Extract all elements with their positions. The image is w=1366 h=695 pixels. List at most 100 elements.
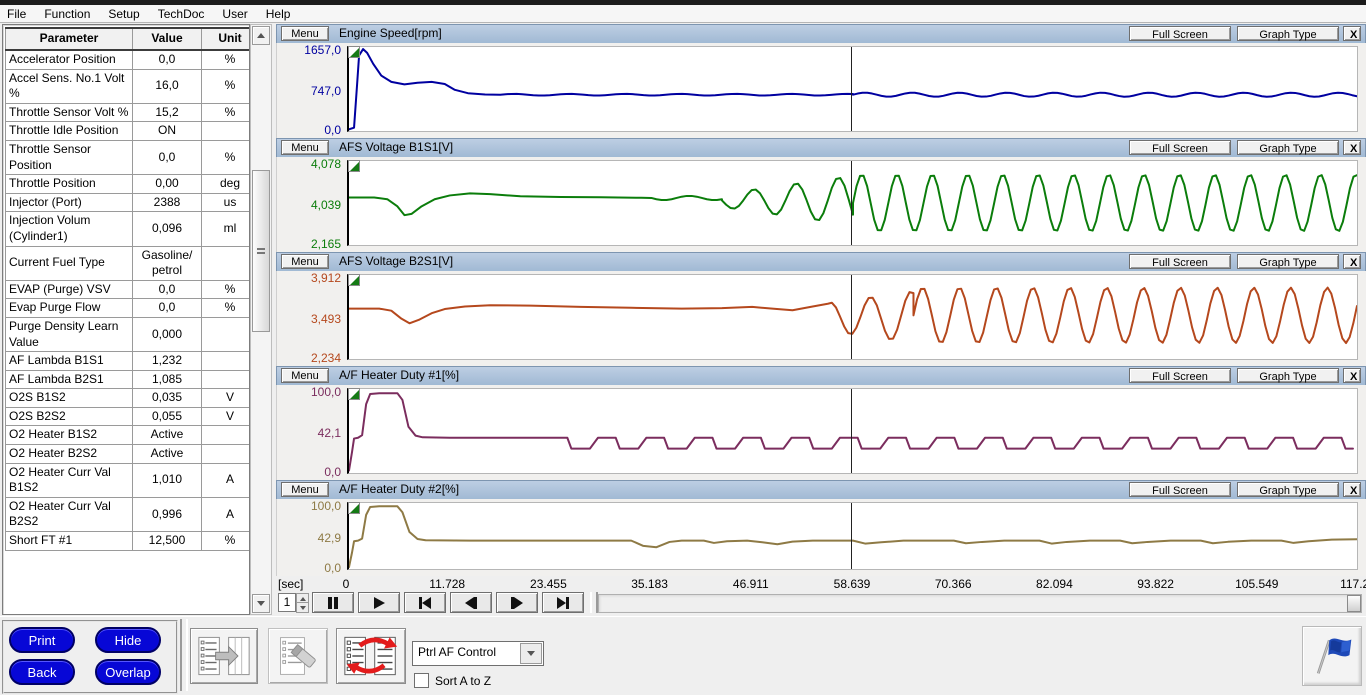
table-row[interactable]: Purge Density Learn Value 0,000: [5, 316, 249, 353]
graph-graph-type-button[interactable]: Graph Type: [1237, 140, 1339, 155]
graph-close-button[interactable]: X: [1343, 482, 1361, 497]
sort-checkbox-label: Sort A to Z: [435, 673, 492, 688]
start-marker-icon: [348, 388, 360, 400]
table-row[interactable]: Evap Purge Flow 0,0%: [5, 298, 249, 318]
menu-item-function[interactable]: Function: [35, 7, 99, 21]
graph-menu-button[interactable]: Menu: [281, 140, 329, 155]
menu-item-user[interactable]: User: [213, 7, 256, 21]
record-list-button[interactable]: [268, 628, 328, 684]
scroll-up-button[interactable]: [252, 26, 270, 45]
graph-full-screen-button[interactable]: Full Screen: [1129, 26, 1231, 41]
menu-item-setup[interactable]: Setup: [99, 7, 148, 21]
overlap-button[interactable]: Overlap: [95, 659, 161, 685]
skip-to-end-button[interactable]: [542, 592, 584, 613]
graph-full-screen-button[interactable]: Full Screen: [1129, 140, 1231, 155]
play-button[interactable]: [358, 592, 400, 613]
scrollbar-thumb[interactable]: [252, 170, 270, 332]
graph-plot[interactable]: [347, 274, 1358, 360]
time-cursor-line[interactable]: [850, 161, 852, 245]
graph-close-button[interactable]: X: [1343, 140, 1361, 155]
back-button[interactable]: Back: [9, 659, 75, 685]
column-header-value[interactable]: Value: [132, 27, 202, 51]
graph-graph-type-button[interactable]: Graph Type: [1237, 26, 1339, 41]
skip-to-start-button[interactable]: [404, 592, 446, 613]
dropdown-arrow-icon: [527, 651, 535, 656]
y-axis-max-label: 1657,0: [304, 43, 341, 57]
graph-menu-button[interactable]: Menu: [281, 482, 329, 497]
step-back-icon: [465, 596, 477, 609]
column-header-unit[interactable]: Unit: [201, 27, 249, 51]
table-row[interactable]: O2 Heater B1S2 Active: [5, 425, 249, 446]
table-scrollbar[interactable]: [250, 24, 272, 615]
table-row[interactable]: Short FT #1 12,500%: [5, 531, 249, 551]
playback-divider: [590, 592, 598, 613]
step-forward-button[interactable]: [496, 592, 538, 613]
graph-plot[interactable]: [347, 388, 1358, 474]
table-row[interactable]: Throttle Idle Position ON: [5, 121, 249, 141]
time-cursor-line[interactable]: [850, 275, 852, 359]
graph-plot[interactable]: [347, 46, 1358, 132]
y-axis-max-label: 4,078: [310, 157, 341, 171]
table-row[interactable]: O2 Heater B2S2 Active: [5, 444, 249, 464]
y-axis-max-label: 3,912: [310, 271, 341, 285]
scroll-down-button[interactable]: [252, 594, 270, 613]
menu-item-techdoc[interactable]: TechDoc: [149, 7, 214, 21]
timeline-scrollbar-thumb[interactable]: [1347, 595, 1361, 612]
time-unit-label: [sec]: [278, 577, 304, 591]
column-header-parameter[interactable]: Parameter: [5, 27, 133, 51]
table-row[interactable]: AF Lambda B1S1 1,232: [5, 351, 249, 371]
graph-close-button[interactable]: X: [1343, 26, 1361, 41]
graph-graph-type-button[interactable]: Graph Type: [1237, 254, 1339, 269]
action-button-panel: Print Hide Back Overlap: [2, 620, 178, 694]
table-row[interactable]: O2 Heater Curr Val B2S2 0,996 A: [5, 496, 249, 533]
start-marker-icon: [348, 274, 360, 286]
flag-button[interactable]: [1302, 626, 1362, 686]
graph-graph-type-button[interactable]: Graph Type: [1237, 368, 1339, 383]
table-row[interactable]: O2 Heater Curr Val B1S2 1,010 A: [5, 462, 249, 498]
mode-dropdown[interactable]: Ptrl AF Control: [412, 641, 544, 666]
print-button[interactable]: Print: [9, 627, 75, 653]
table-row[interactable]: O2S B2S2 0,055 V: [5, 406, 249, 427]
graph-menu-button[interactable]: Menu: [281, 254, 329, 269]
graph-full-screen-button[interactable]: Full Screen: [1129, 482, 1231, 497]
swap-parameter-lists-button[interactable]: [336, 628, 406, 684]
table-row[interactable]: Current Fuel Type Gasoline/ petrol: [5, 245, 249, 281]
graph-plot[interactable]: [347, 502, 1358, 570]
graph-header: Menu A/F Heater Duty #2[%] Full Screen G…: [276, 480, 1366, 501]
graph-close-button[interactable]: X: [1343, 254, 1361, 269]
time-axis: [sec] 0 11.728 23.455 35.183 46.911 58.639 70.…: [276, 576, 1366, 592]
graph-full-screen-button[interactable]: Full Screen: [1129, 368, 1231, 383]
menu-item-file[interactable]: File: [0, 7, 35, 21]
graph-panel-2: Menu AFS Voltage B2S1[V] Full Screen Gra…: [276, 252, 1366, 366]
table-row[interactable]: AF Lambda B2S1 1,085: [5, 369, 249, 390]
interval-value[interactable]: 1: [278, 593, 296, 612]
table-row[interactable]: Accel Sens. No.1 Volt % 16,0%: [5, 68, 249, 104]
table-row[interactable]: O2S B1S2 0,035 V: [5, 388, 249, 408]
graph-menu-button[interactable]: Menu: [281, 368, 329, 383]
timeline-scrollbar[interactable]: [598, 594, 1362, 613]
sort-checkbox[interactable]: [414, 673, 429, 688]
table-row[interactable]: Injector (Port) 2388 us: [5, 192, 249, 213]
graph-graph-type-button[interactable]: Graph Type: [1237, 482, 1339, 497]
table-row[interactable]: EVAP (Purge) VSV 0,0%: [5, 279, 249, 300]
time-cursor-line[interactable]: [850, 47, 852, 131]
table-row[interactable]: Throttle Position 0,00 deg: [5, 174, 249, 194]
graph-full-screen-button[interactable]: Full Screen: [1129, 254, 1231, 269]
graph-close-button[interactable]: X: [1343, 368, 1361, 383]
table-row[interactable]: Accelerator Position 0,0%: [5, 49, 249, 70]
step-back-button[interactable]: [450, 592, 492, 613]
graph-menu-button[interactable]: Menu: [281, 26, 329, 41]
pause-button[interactable]: [312, 592, 354, 613]
graph-plot[interactable]: [347, 160, 1358, 246]
time-cursor-line[interactable]: [850, 503, 852, 569]
y-axis-current-label: 3,493: [310, 311, 341, 326]
time-cursor-line[interactable]: [850, 389, 852, 473]
hide-button[interactable]: Hide: [95, 627, 161, 653]
table-row[interactable]: Injection Volum (Cylinder1) 0,096 ml: [5, 211, 249, 247]
dropdown-button[interactable]: [520, 643, 542, 664]
table-row[interactable]: Throttle Sensor Volt % 15,2%: [5, 102, 249, 123]
parameter-to-graph-button[interactable]: [190, 628, 258, 684]
table-row[interactable]: Throttle Sensor Position 0,0%: [5, 139, 249, 176]
menu-item-help[interactable]: Help: [257, 7, 300, 21]
interval-down-button[interactable]: [296, 602, 309, 613]
